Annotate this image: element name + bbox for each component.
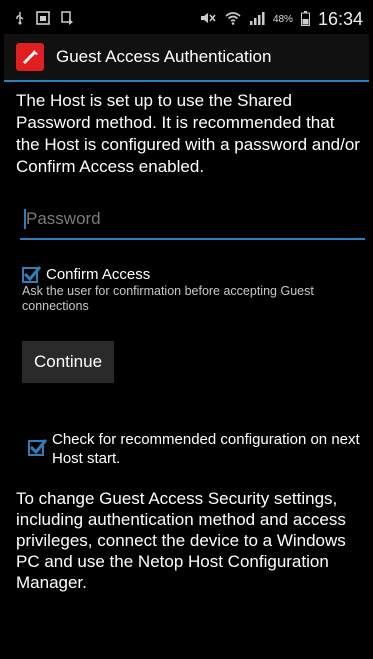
status-bar-notifications xyxy=(14,11,74,28)
signal-icon xyxy=(249,11,265,28)
wifi-icon xyxy=(225,11,241,28)
status-bar: 48% 16:34 xyxy=(4,4,369,34)
image-icon xyxy=(36,11,50,28)
download-icon xyxy=(60,11,74,28)
status-clock: 16:34 xyxy=(317,9,363,29)
mute-icon xyxy=(199,11,217,28)
password-field-container xyxy=(20,200,365,240)
continue-button[interactable]: Continue xyxy=(22,341,114,383)
app-logo-icon xyxy=(16,43,44,71)
password-input[interactable] xyxy=(20,208,356,230)
confirm-access-label: Confirm Access xyxy=(46,266,151,283)
app-screen: 48% 16:34 Guest Access Authentication Th… xyxy=(4,4,369,655)
battery-percent: 48% xyxy=(272,14,293,25)
usb-icon xyxy=(14,11,26,28)
battery-icon xyxy=(300,10,310,29)
recommended-config-label: Check for recommended configuration on n… xyxy=(52,431,360,467)
action-bar: Guest Access Authentication xyxy=(4,34,369,82)
confirm-access-checkbox[interactable] xyxy=(22,266,41,283)
status-bar-system: 48% 16:34 xyxy=(199,9,363,30)
outro-text: To change Guest Access Security settings… xyxy=(16,489,346,592)
intro-text: The Host is set up to use the Shared Pas… xyxy=(16,91,360,176)
confirm-access-description: Ask the user for confirmation before acc… xyxy=(22,284,314,313)
recommended-config-checkbox[interactable] xyxy=(28,439,47,456)
main-content: The Host is set up to use the Shared Pas… xyxy=(16,90,365,592)
page-title: Guest Access Authentication xyxy=(56,47,272,66)
